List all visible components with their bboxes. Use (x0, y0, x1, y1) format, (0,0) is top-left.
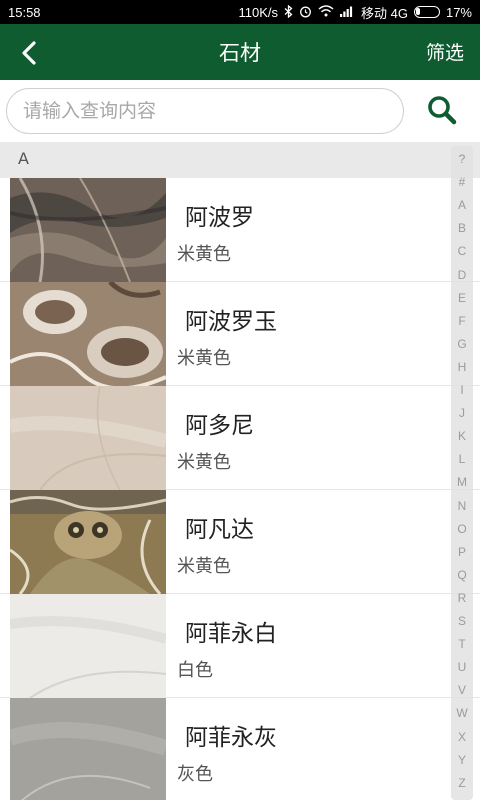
index-letter-s[interactable]: S (451, 614, 473, 628)
index-letter-i[interactable]: I (451, 383, 473, 397)
index-letter-o[interactable]: O (451, 522, 473, 536)
list-item[interactable]: 阿菲永灰 灰色 (0, 698, 480, 800)
stone-list: 阿波罗 米黄色 阿波罗玉 米黄色 阿多尼 米黄色 阿凡达 米黄色 阿菲永白 白色… (0, 178, 480, 800)
index-letter-hash[interactable]: # (451, 175, 473, 189)
index-letter-v[interactable]: V (451, 683, 473, 697)
section-header: A (0, 142, 480, 178)
index-letter-e[interactable]: E (451, 291, 473, 305)
alphabet-index-bar[interactable]: ? # A B C D E F G H I J K L M N O P Q R S T U V W X Y Z (451, 146, 473, 800)
index-letter-a[interactable]: A (451, 198, 473, 212)
index-letter-m[interactable]: M (451, 475, 473, 489)
list-item[interactable]: 阿凡达 米黄色 (0, 490, 480, 594)
search-input[interactable] (6, 88, 404, 134)
stone-thumbnail (10, 698, 166, 800)
index-letter-x[interactable]: X (451, 730, 473, 744)
stone-name: 阿多尼 (185, 413, 254, 439)
wifi-icon (318, 5, 334, 19)
index-letter-k[interactable]: K (451, 429, 473, 443)
carrier-label: 移动 4G (361, 5, 408, 21)
battery-level (415, 8, 420, 15)
index-letter-t[interactable]: T (451, 637, 473, 651)
index-letter-l[interactable]: L (451, 452, 473, 466)
index-letter-d[interactable]: D (451, 268, 473, 282)
stone-name: 阿波罗玉 (185, 309, 277, 335)
index-letter-p[interactable]: P (451, 545, 473, 559)
bluetooth-icon (284, 4, 293, 20)
index-letter-b[interactable]: B (451, 221, 473, 235)
stone-color: 白色 (177, 660, 213, 681)
status-bar: 15:58 110K/s 移动 4G 17% (0, 0, 480, 24)
app-header: 石材 筛选 (0, 24, 480, 80)
page-title: 石材 (219, 41, 261, 65)
index-letter-y[interactable]: Y (451, 753, 473, 767)
network-speed: 110K/s (238, 4, 278, 20)
battery-icon (413, 6, 440, 18)
index-letter-u[interactable]: U (451, 660, 473, 674)
stone-name: 阿菲永白 (185, 621, 277, 647)
stone-thumbnail (10, 490, 166, 594)
index-letter-g[interactable]: G (451, 337, 473, 351)
index-letter-c[interactable]: C (451, 244, 473, 258)
search-icon (428, 96, 457, 125)
stone-color: 灰色 (177, 764, 213, 785)
stone-thumbnail (10, 594, 166, 698)
signal-icon (340, 5, 355, 19)
battery-percent: 17% (445, 4, 472, 20)
search-bar (0, 80, 480, 142)
stone-color: 米黄色 (177, 556, 231, 577)
stone-name: 阿菲永灰 (185, 725, 277, 751)
index-letter-h[interactable]: H (451, 360, 473, 374)
stone-color: 米黄色 (177, 348, 231, 369)
list-item[interactable]: 阿波罗 米黄色 (0, 178, 480, 282)
stone-name: 阿波罗 (185, 205, 254, 231)
status-right: 110K/s 移动 4G 17% (238, 3, 472, 22)
stone-thumbnail (10, 282, 166, 386)
index-letter-w[interactable]: W (451, 706, 473, 720)
stone-thumbnail (10, 386, 166, 490)
stone-color: 米黄色 (177, 452, 231, 473)
filter-button[interactable]: 筛选 (426, 38, 464, 65)
index-letter-q[interactable]: Q (451, 568, 473, 582)
list-item[interactable]: 阿菲永白 白色 (0, 594, 480, 698)
list-item[interactable]: 阿波罗玉 米黄色 (0, 282, 480, 386)
index-letter-question[interactable]: ? (451, 152, 473, 166)
index-letter-r[interactable]: R (451, 591, 473, 605)
index-letter-z[interactable]: Z (451, 776, 473, 790)
list-item[interactable]: 阿多尼 米黄色 (0, 386, 480, 490)
stone-name: 阿凡达 (185, 517, 254, 543)
index-letter-j[interactable]: J (451, 406, 473, 420)
index-letter-n[interactable]: N (451, 499, 473, 513)
index-letter-f[interactable]: F (451, 314, 473, 328)
alarm-icon (299, 5, 312, 20)
stone-thumbnail (10, 178, 166, 282)
stone-color: 米黄色 (177, 244, 231, 265)
search-button[interactable] (426, 94, 458, 126)
back-button[interactable] (14, 38, 44, 68)
status-time: 15:58 (8, 4, 41, 20)
chevron-left-icon (22, 41, 36, 65)
